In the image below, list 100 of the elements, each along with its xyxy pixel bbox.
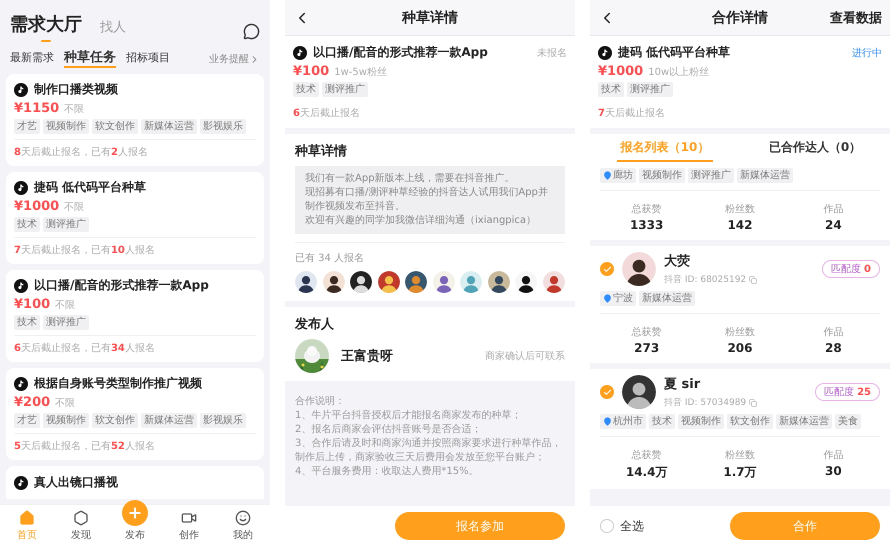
hexagon-icon [73,510,89,526]
audience-label: 不限 [55,397,76,410]
avatar [350,271,372,293]
avatar [295,271,317,293]
category-tab[interactable]: 种草任务 [64,50,116,68]
header-tab[interactable]: 需求大厅 [10,12,82,40]
location-name: 廊坊 [613,168,633,183]
category-tab[interactable]: 最新需求 [10,50,54,68]
task-card[interactable]: 制作口播类视频 ¥1150 不限 才艺 视频制作 软文创作 新媒体运营 影视娱乐 8天后截止报名，已有2人报名 [6,74,264,166]
pin-icon [603,417,612,426]
stat-label: 作品 [823,203,844,216]
price: ¥100 [14,297,50,312]
pin-icon [603,294,612,303]
section-heading: 种草详情 [295,142,348,160]
tag: 软文创作 [92,413,138,428]
avatar [432,271,455,293]
stat-value: 28 [824,341,842,355]
checkbox[interactable] [600,385,614,399]
tag: 新媒体运营 [639,291,695,306]
page-title: 种草详情 [402,8,458,26]
match-label: 匹配度 [831,262,862,276]
stat-value: 1333 [630,218,664,232]
music-note-icon [14,82,28,96]
deadline-text: 8天后截止报名，已有2人报名 [14,146,149,159]
tag: 视频制作 [43,119,89,134]
music-note-icon [14,180,28,194]
check-icon [602,264,612,274]
stat-value: 142 [727,218,753,232]
nav-tab[interactable]: 创作 [179,505,199,546]
list-tab[interactable]: 已合作达人（0） [764,134,866,162]
music-note-icon [14,278,28,292]
stat-label: 作品 [823,326,844,339]
price: ¥1150 [14,101,60,116]
nav-tab[interactable]: 发现 [71,505,91,546]
description-text: 我们有一款App新版本上线，需要在抖音推广。 [305,172,516,186]
note-text: 4、平台服务费用：收取达人费用*15%。 [295,465,480,479]
signup-count: 已有 34 人报名 [295,252,366,265]
avatar [405,271,428,293]
tag: 新媒体运营 [737,168,793,183]
task-card[interactable]: 真人出镜口播视 [6,466,264,499]
stat-value: 273 [634,341,660,355]
home-icon [19,510,35,526]
audience-label: 不限 [64,201,84,214]
stat-label: 粉丝数 [724,448,755,462]
publisher-name: 王富贵呀 [341,348,393,365]
stat-label: 粉丝数 [724,202,755,216]
note-text: 3、合作后请及时和商家沟通并按照商家要求进行种草作品，制作后上传，商家验收三天后费用会发放至您平台账户； [295,437,562,465]
match-value: 0 [864,264,871,275]
nav-tab[interactable]: 我的 [233,505,253,546]
avatar [542,271,565,293]
creator-name: 大荧 [664,253,691,270]
tag: 视频制作 [43,413,89,428]
copy-icon[interactable] [749,276,758,284]
stat-label: 总获赞 [632,202,662,216]
tag: 技术 [293,82,319,97]
note-text: 2、报名后商家会评估抖音账号是否合适； [295,423,482,437]
status-label: 进行中 [852,46,882,60]
tag: 才艺 [14,119,40,134]
checkbox[interactable] [600,262,614,276]
description-text: 现招募有口播/测评种草经验的抖音达人试用我们App并 [305,186,549,200]
select-all-label[interactable]: 全选 [620,518,644,534]
task-card[interactable]: 捷码 低代码平台种草 ¥1000 不限 技术 测评推广 7天后截止报名，已有10人报名 [6,172,264,264]
checkbox[interactable] [600,519,614,533]
task-title: 以口播/配音的形式推荐一款App [34,277,210,294]
tag: 美食 [835,414,861,429]
tag: 技术 [14,217,40,232]
category-tab[interactable]: 招标项目 [126,50,170,68]
location-name: 杭州市 [613,414,643,429]
note-text: 1、牛片平台抖音授权后才能报名商家发布的种草； [295,409,522,423]
tag: 技术 [649,414,675,429]
note-text: 合作说明： [295,395,346,409]
avatar [515,271,538,293]
tag: 测评推广 [43,315,89,330]
task-title: 真人出镜口播视 [34,474,119,491]
stat-label: 粉丝数 [724,326,755,339]
section-heading: 发布人 [295,316,335,333]
audience-label: 10w以上粉丝 [648,66,710,79]
music-note-icon [293,46,307,60]
status-label: 未报名 [537,46,567,60]
description-text: 制作视频发布至抖音。 [305,200,406,214]
task-title: 捷码 低代码平台种草 [34,179,148,196]
douyin-id: 抖音 ID: 57034989 [664,396,746,409]
task-card[interactable]: 根据自身账号类型制作推广视频 ¥200 不限 才艺 视频制作 软文创作 新媒体运营 影视娱乐 5天后截止报名，已有52人报名 [6,368,264,460]
tag: 测评推广 [43,217,89,232]
music-note-icon [598,46,612,60]
copy-icon[interactable] [749,398,758,406]
avatar [460,271,482,293]
douyin-id: 抖音 ID: 68025192 [664,274,746,286]
description-text: 欢迎有兴趣的同学加我微信详细沟通（ixiangpica） [305,214,538,228]
tag: 软文创作 [727,414,773,429]
stat-label: 总获赞 [632,448,662,462]
avatar [322,271,345,293]
view-data-button[interactable]: 查看数据 [830,8,882,26]
chat-icon[interactable] [243,23,260,40]
task-card[interactable]: 以口播/配音的形式推荐一款App ¥100 不限 技术 测评推广 6天后截止报名，已有34人报名 [6,270,264,362]
avatar [622,252,656,286]
smiley-icon [235,510,251,526]
task-title: 根据自身账号类型制作推广视频 [34,375,203,392]
price: ¥200 [14,395,50,410]
stat-value: 14.4万 [626,464,668,481]
